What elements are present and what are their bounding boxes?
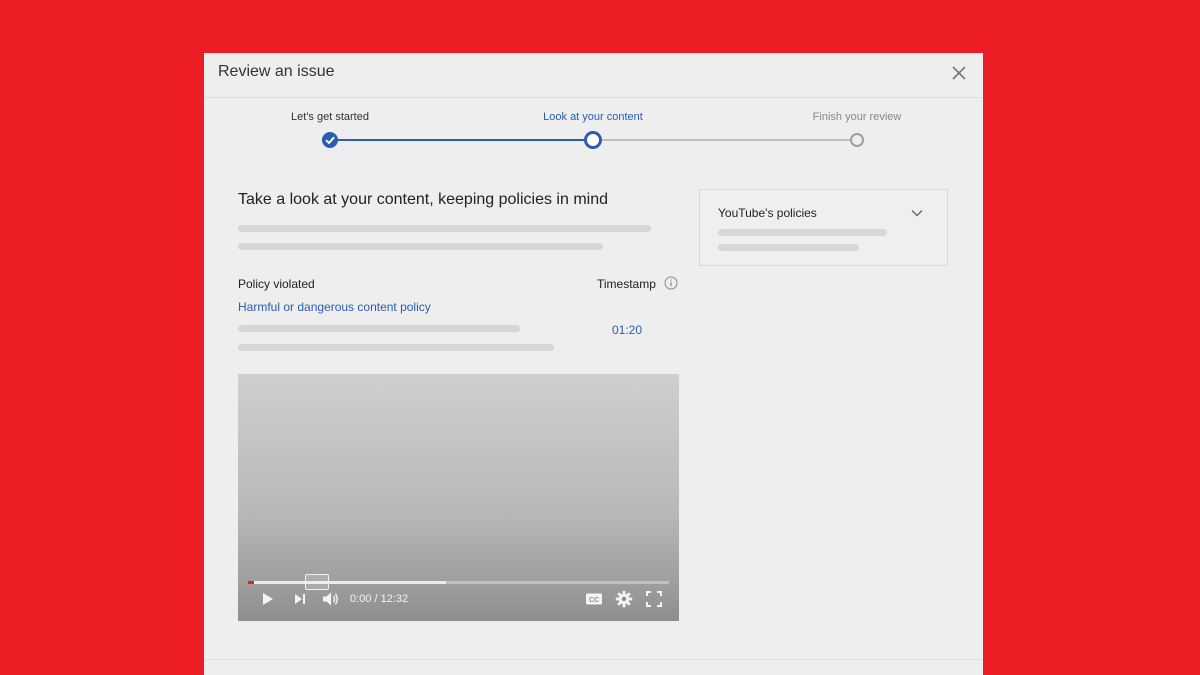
svg-text:CC: CC (589, 597, 599, 604)
info-icon[interactable] (664, 276, 678, 290)
step-label-finish: Finish your review (812, 111, 902, 123)
settings-gear-icon[interactable] (615, 590, 633, 608)
step-completed-check-icon (322, 132, 338, 148)
step-label-content: Look at your content (543, 111, 643, 123)
text-placeholder-line (238, 243, 603, 250)
close-icon[interactable] (948, 62, 970, 84)
step-line-pending (593, 139, 857, 141)
dialog-footer-divider (204, 659, 983, 660)
chevron-down-icon[interactable] (910, 208, 924, 218)
dialog-title: Review an issue (218, 63, 335, 80)
text-placeholder-line (718, 229, 887, 236)
video-time: 0:00 / 12:32 (350, 593, 409, 605)
fullscreen-icon[interactable] (645, 590, 663, 608)
step-label-started: Let's get started (291, 111, 369, 123)
step-upcoming-dot (850, 133, 864, 147)
next-icon[interactable] (292, 590, 308, 608)
text-placeholder-line (238, 325, 520, 332)
content-heading: Take a look at your content, keeping pol… (238, 191, 608, 208)
timestamp-label: Timestamp (597, 277, 656, 291)
captions-icon[interactable]: CC (585, 590, 603, 608)
play-icon[interactable] (260, 590, 276, 608)
policy-link[interactable]: Harmful or dangerous content policy (238, 300, 431, 314)
video-buffer-bar (248, 581, 446, 584)
progress-stepper: Let's get started Look at your content F… (204, 97, 983, 167)
step-current-dot (584, 131, 602, 149)
text-placeholder-line (238, 225, 651, 232)
text-placeholder-line (718, 244, 859, 251)
scrubber-preview-handle[interactable] (305, 574, 329, 590)
video-player[interactable]: 0:00 / 12:32 CC (238, 374, 679, 621)
review-issue-dialog: Review an issue Let's get started Look a… (204, 53, 983, 675)
youtube-policies-panel[interactable]: YouTube's policies (699, 189, 948, 266)
text-placeholder-line (238, 344, 554, 351)
policy-violated-label: Policy violated (238, 277, 315, 291)
video-played-bar (248, 581, 254, 584)
volume-icon[interactable] (321, 590, 341, 608)
dialog-header: Review an issue (204, 53, 983, 98)
youtube-policies-title: YouTube's policies (718, 206, 817, 220)
timestamp-link[interactable]: 01:20 (612, 323, 642, 337)
step-line-done (330, 139, 593, 141)
